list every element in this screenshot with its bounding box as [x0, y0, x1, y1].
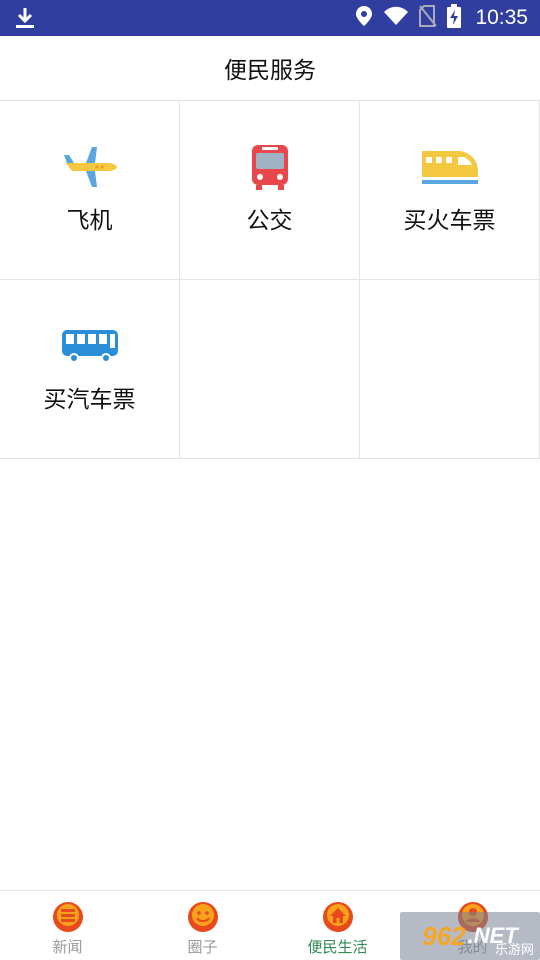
empty-cell — [360, 280, 540, 459]
nav-item-news[interactable]: 新闻 — [0, 891, 135, 960]
coach-bus-icon — [60, 322, 120, 370]
service-label: 公交 — [246, 208, 293, 234]
status-time: 10:35 — [475, 6, 528, 29]
watermark-brand: 962 — [422, 920, 466, 951]
news-icon — [52, 902, 83, 932]
nav-label: 新闻 — [52, 938, 83, 956]
home-icon — [322, 902, 353, 932]
no-sim-icon — [419, 5, 438, 31]
service-item-train-ticket[interactable]: 买火车票 — [360, 101, 540, 280]
title-bar: 便民服务 — [0, 36, 540, 100]
service-item-bus[interactable]: 公交 — [180, 101, 360, 280]
train-icon — [420, 143, 480, 191]
service-grid: 飞机 公交 买火车票 买汽车票 — [0, 100, 540, 459]
watermark-logo: 962 .NET 乐游网 — [400, 912, 540, 960]
wifi-icon — [383, 6, 409, 30]
download-icon — [14, 6, 36, 34]
status-bar: 10:35 — [0, 0, 540, 36]
service-label: 买汽车票 — [43, 387, 136, 413]
empty-cell — [180, 280, 360, 459]
page-title: 便民服务 — [224, 58, 316, 84]
smiley-icon — [187, 902, 218, 932]
nav-label: 圈子 — [187, 938, 218, 956]
service-label: 飞机 — [66, 208, 113, 234]
battery-charging-icon — [447, 4, 462, 32]
service-item-coach-ticket[interactable]: 买汽车票 — [0, 280, 180, 459]
nav-item-convenience[interactable]: 便民生活 — [270, 891, 405, 960]
nav-item-circle[interactable]: 圈子 — [135, 891, 270, 960]
location-icon — [355, 5, 373, 31]
service-label: 买火车票 — [403, 208, 496, 234]
watermark-sub: 乐游网 — [494, 943, 534, 958]
airplane-icon — [62, 143, 118, 191]
city-bus-icon — [250, 143, 290, 191]
nav-label: 便民生活 — [307, 938, 368, 956]
service-item-airplane[interactable]: 飞机 — [0, 101, 180, 280]
